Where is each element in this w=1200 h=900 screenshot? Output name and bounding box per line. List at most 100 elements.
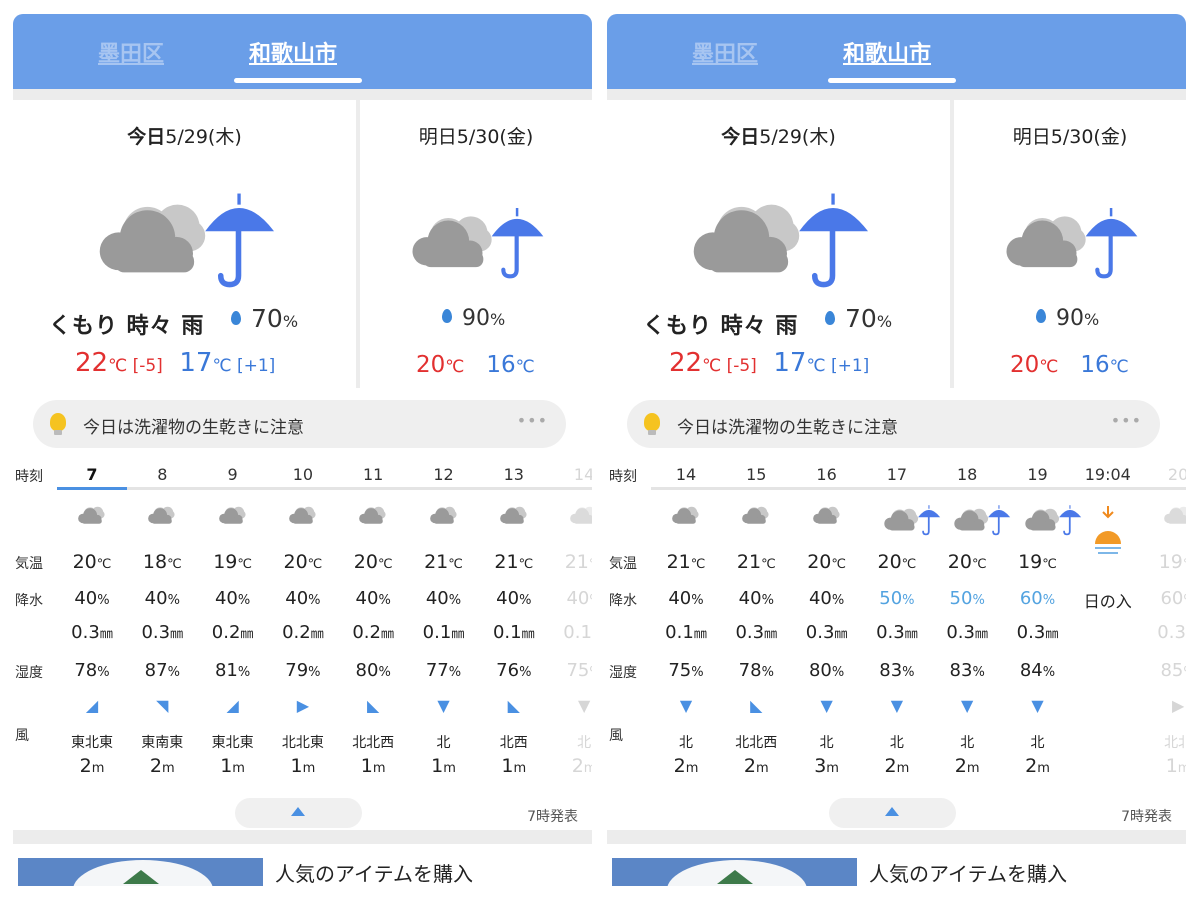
today-forecast[interactable]: 今日5/29(木) くもり 時々 雨 70% 22℃ [-5] 17℃ [+1] bbox=[13, 100, 356, 388]
wind-direction: 北 bbox=[1030, 735, 1045, 751]
hour-label[interactable]: 14 bbox=[549, 465, 592, 484]
precip-percent: 40% bbox=[355, 588, 391, 609]
ad-banner[interactable]: 人気のアイテムを購入 bbox=[13, 844, 592, 886]
wind-direction: 北 bbox=[679, 735, 693, 751]
advice-banner[interactable]: 今日は洗濯物の生乾きに注意 ••• bbox=[627, 400, 1160, 448]
cloud-icon bbox=[426, 500, 476, 532]
wind-speed: 1m bbox=[431, 755, 456, 777]
tab-wakayama[interactable]: 和歌山市 bbox=[249, 36, 337, 68]
precip-amount: 0.3㎜ bbox=[141, 622, 184, 643]
hour-label[interactable]: 16 bbox=[792, 465, 862, 484]
precip-percent: 40% bbox=[425, 588, 462, 609]
cloud-icon bbox=[1160, 500, 1186, 532]
advice-banner[interactable]: 今日は洗濯物の生乾きに注意 ••• bbox=[33, 400, 566, 448]
hour-label[interactable]: 8 bbox=[127, 465, 197, 484]
precip-percent: 40% bbox=[738, 588, 774, 609]
tomorrow-date: 明日5/30(金) bbox=[1012, 126, 1128, 148]
weather-panel: 墨田区 和歌山市今日5/29(木) くもり 時々 雨 70% 22℃ [-5] 17℃ … bbox=[607, 14, 1186, 886]
hour-label[interactable]: 20 bbox=[1143, 465, 1186, 484]
hour-label[interactable]: 19:04 bbox=[1073, 465, 1143, 484]
wind-direction: 北北西 bbox=[352, 735, 395, 751]
ad-banner[interactable]: 人気のアイテムを購入 bbox=[607, 844, 1186, 886]
hour-label[interactable]: 14 bbox=[651, 465, 721, 484]
wind-speed: 1m bbox=[220, 755, 245, 777]
wind-arrow-icon: ▶ bbox=[1171, 696, 1185, 715]
collapse-button[interactable] bbox=[235, 798, 362, 828]
collapse-button[interactable] bbox=[829, 798, 956, 828]
tab-wakayama[interactable]: 和歌山市 bbox=[843, 36, 931, 68]
precip-amount: 0.1㎜ bbox=[563, 622, 592, 643]
humidity-value: 80% bbox=[355, 660, 391, 681]
wind-direction: 北西 bbox=[499, 735, 528, 751]
row-label-time: 時刻 bbox=[609, 469, 637, 485]
wind-direction: 北 bbox=[577, 735, 592, 751]
temperature-value: 19℃ bbox=[1158, 551, 1186, 573]
cloud-icon bbox=[809, 500, 859, 532]
cloud-umbrella-icon bbox=[677, 178, 877, 293]
more-icon[interactable]: ••• bbox=[517, 411, 548, 430]
temperature-value: 20℃ bbox=[72, 551, 112, 573]
ad-title: 人気のアイテムを購入 bbox=[275, 862, 473, 886]
cloud-umbrella-icon bbox=[949, 500, 1013, 540]
humidity-value: 75% bbox=[566, 660, 592, 681]
hour-label[interactable]: 12 bbox=[409, 465, 479, 484]
cloud-umbrella-icon bbox=[994, 196, 1144, 284]
temperature-value: 20℃ bbox=[877, 551, 917, 573]
tomorrow-forecast[interactable]: 明日5/30(金) 90% 20℃ 16℃ bbox=[954, 100, 1186, 388]
tab-sumida[interactable]: 墨田区 bbox=[98, 36, 164, 68]
humidity-value: 83% bbox=[949, 660, 985, 681]
hour-label[interactable]: 18 bbox=[932, 465, 1002, 484]
cloud-umbrella-icon bbox=[83, 178, 283, 293]
wind-speed: 2m bbox=[884, 755, 910, 777]
precip-percent: 40% bbox=[214, 588, 251, 609]
weather-condition: くもり 時々 雨 bbox=[643, 314, 799, 339]
wind-arrow-icon: ▼ bbox=[890, 696, 904, 715]
temperature-value: 21℃ bbox=[564, 551, 592, 573]
temperature-value: 18℃ bbox=[142, 551, 182, 573]
humidity-value: 84% bbox=[1019, 660, 1056, 681]
wind-arrow-icon: ◢ bbox=[226, 696, 239, 715]
tomorrow-forecast[interactable]: 明日5/30(金) 90% 20℃ 16℃ bbox=[360, 100, 592, 388]
precip-percent: 50% bbox=[949, 588, 985, 609]
row-label-precip: 降水 bbox=[609, 593, 637, 609]
advice-text: 今日は洗濯物の生乾きに注意 bbox=[83, 418, 304, 438]
cloud-umbrella-icon bbox=[879, 500, 943, 540]
tab-sumida[interactable]: 墨田区 bbox=[692, 36, 758, 68]
wind-arrow-icon: ◣ bbox=[507, 696, 520, 715]
wind-arrow-icon: ▼ bbox=[577, 696, 591, 715]
hour-label[interactable]: 19 bbox=[1003, 465, 1073, 484]
precip-percent: 60% bbox=[1160, 588, 1186, 609]
humidity-value: 77% bbox=[425, 660, 462, 681]
humidity-value: 79% bbox=[285, 660, 321, 681]
active-tab-indicator bbox=[828, 78, 956, 83]
hour-label[interactable]: 17 bbox=[862, 465, 932, 484]
cloud-umbrella-icon bbox=[1020, 500, 1084, 540]
precip-amount: 0.3㎜ bbox=[1016, 622, 1059, 643]
hour-label[interactable]: 11 bbox=[338, 465, 408, 484]
row-label-wind: 風 bbox=[609, 728, 623, 744]
wind-arrow-icon: ▼ bbox=[1031, 696, 1044, 715]
chevron-up-icon bbox=[885, 807, 899, 816]
hour-label[interactable]: 9 bbox=[198, 465, 268, 484]
more-icon[interactable]: ••• bbox=[1111, 411, 1142, 430]
humidity-value: 76% bbox=[496, 660, 532, 681]
hour-label[interactable]: 7 bbox=[57, 465, 127, 484]
precip-percent: 40% bbox=[144, 588, 180, 609]
high-temp: 22℃ [-5] bbox=[669, 348, 757, 378]
temperature-value: 20℃ bbox=[807, 551, 846, 573]
weather-condition: くもり 時々 雨 bbox=[49, 314, 205, 339]
timeline-track bbox=[57, 487, 592, 490]
humidity-value: 83% bbox=[879, 660, 915, 681]
ad-image-tent bbox=[717, 870, 753, 884]
temperature-range: 22℃ [-5] 17℃ [+1] bbox=[75, 348, 275, 378]
wind-direction: 北 bbox=[819, 735, 834, 751]
hour-label[interactable]: 15 bbox=[721, 465, 791, 484]
today-forecast[interactable]: 今日5/29(木) くもり 時々 雨 70% 22℃ [-5] 17℃ [+1] bbox=[607, 100, 950, 388]
humidity-value: 75% bbox=[668, 660, 704, 681]
humidity-value: 85% bbox=[1160, 660, 1186, 681]
temperature-value: 21℃ bbox=[424, 551, 463, 573]
humidity-value: 78% bbox=[738, 660, 774, 681]
hour-label[interactable]: 13 bbox=[479, 465, 549, 484]
hour-label[interactable]: 10 bbox=[268, 465, 338, 484]
wind-speed: 1m bbox=[290, 755, 316, 777]
